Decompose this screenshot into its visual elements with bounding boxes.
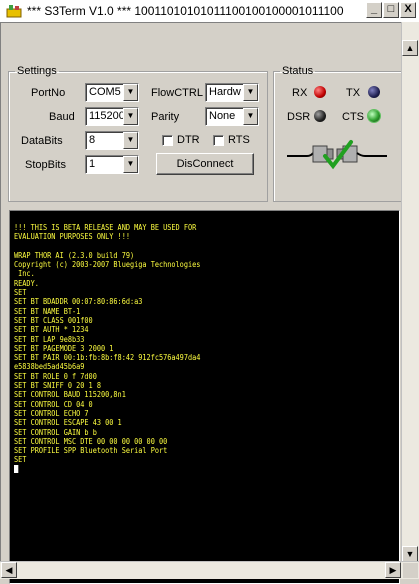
baud-value: 115200: [89, 110, 125, 122]
databits-select[interactable]: 8 ▼: [85, 131, 139, 150]
rts-label: RTS: [228, 134, 250, 146]
terminal-line: SET CONTROL GAIN b b: [14, 427, 97, 437]
maximize-button[interactable]: □: [383, 2, 399, 18]
dtr-label: DTR: [177, 134, 200, 146]
terminal-line: SET BT BDADDR 00:07:80:86:6d:a3: [14, 297, 143, 307]
stopbits-label: StopBits: [25, 159, 66, 171]
dtr-checkbox[interactable]: [162, 135, 173, 146]
baud-label: Baud: [49, 111, 75, 123]
terminal-line: SET BT ROLE 0 f 7d00: [14, 371, 97, 381]
terminal-cursor: [14, 464, 200, 474]
title-bar[interactable]: *** S3Term V1.0 *** 10011010101011100100…: [0, 0, 419, 23]
disconnect-button[interactable]: DisConnect: [156, 153, 254, 175]
chevron-down-icon[interactable]: ▼: [123, 108, 138, 125]
connection-plug-icon: [287, 140, 387, 170]
chevron-down-icon[interactable]: ▼: [243, 84, 258, 101]
databits-label: DataBits: [21, 135, 63, 147]
window-title: *** S3Term V1.0 *** 10011010101011100100…: [27, 4, 347, 18]
terminal-line: SET BT LAP 9e8b33: [14, 334, 85, 344]
tx-label: TX: [346, 87, 361, 99]
chevron-down-icon[interactable]: ▼: [123, 84, 138, 101]
terminal-line: SET PROFILE SPP Bluetooth Serial Port: [14, 446, 168, 456]
settings-legend: Settings: [17, 65, 57, 77]
chevron-down-icon[interactable]: ▼: [243, 108, 258, 125]
app-icon: [6, 5, 22, 18]
rts-checkbox[interactable]: [213, 135, 224, 146]
flowctrl-label: FlowCTRL: [151, 87, 203, 99]
terminal-line: SET BT NAME BT-1: [14, 306, 81, 316]
flowctrl-value: Hardw: [209, 86, 241, 98]
parity-select[interactable]: None ▼: [205, 107, 259, 126]
vertical-scrollbar[interactable]: ▲ ▼: [401, 22, 419, 562]
status-group: Status: [273, 65, 403, 202]
terminal-line: SET CONTROL ESCAPE 43 00 1: [14, 418, 122, 428]
portno-value: COM5: [89, 86, 121, 98]
terminal-line: e5838bed5ad45b6a9: [14, 362, 85, 372]
dsr-label: DSR: [287, 111, 311, 123]
rx-label: RX: [292, 87, 308, 99]
terminal-line: Inc.: [14, 269, 35, 279]
terminal-output[interactable]: !!! THIS IS BETA RELEASE AND MAY BE USED…: [9, 210, 400, 584]
cts-label: CTS: [342, 111, 364, 123]
terminal-line: SET: [14, 288, 27, 298]
portno-label: PortNo: [31, 87, 66, 99]
terminal-line: WRAP THOR AI (2.3.0 build 79): [14, 250, 135, 260]
terminal-line: !!! THIS IS BETA RELEASE AND MAY BE USED…: [14, 223, 197, 232]
parity-value: None: [209, 110, 236, 122]
terminal-line: SET BT AUTH * 1234: [14, 325, 89, 335]
terminal-line: READY.: [14, 278, 39, 288]
terminal-line: SET BT PAIR 00:1b:fb:8b:f8:42 912fc576a4…: [14, 353, 201, 363]
parity-label: Parity: [151, 111, 180, 123]
terminal-line: EVALUATION PURPOSES ONLY !!!: [14, 232, 130, 242]
portno-select[interactable]: COM5 ▼: [85, 83, 139, 102]
terminal-line: SET CONTROL ECHO 7: [14, 408, 89, 418]
terminal-line: Copyright (c) 2003-2007 Bluegiga Technol…: [14, 260, 201, 270]
chevron-down-icon[interactable]: ▼: [123, 156, 138, 173]
horizontal-scrollbar[interactable]: ◀ ▶: [0, 561, 419, 579]
minimize-button[interactable]: _: [366, 2, 382, 18]
terminal-line: SET BT CLASS 001f00: [14, 315, 93, 325]
scroll-right-icon[interactable]: ▶: [385, 562, 401, 578]
dsr-led-icon: [314, 110, 326, 122]
terminal-lines: !!! THIS IS BETA RELEASE AND MAY BE USED…: [14, 223, 200, 474]
stopbits-value: 1: [89, 158, 96, 170]
databits-value: 8: [89, 134, 96, 146]
tx-led-icon: [368, 86, 380, 98]
stopbits-select[interactable]: 1 ▼: [85, 155, 139, 174]
terminal-line: SET BT SNIFF 0 20 1 8: [14, 381, 101, 391]
scroll-left-icon[interactable]: ◀: [1, 562, 17, 578]
size-grip-icon[interactable]: [403, 563, 418, 578]
cts-led-icon: [368, 110, 380, 122]
status-legend: Status: [282, 65, 314, 77]
scroll-up-icon[interactable]: ▲: [402, 40, 418, 56]
terminal-line: SET: [14, 455, 27, 465]
chevron-down-icon[interactable]: ▼: [123, 132, 138, 149]
terminal-line: SET CONTROL BAUD 115200,8n1: [14, 390, 126, 400]
rx-led-icon: [314, 86, 326, 98]
baud-select[interactable]: 115200 ▼: [85, 107, 139, 126]
terminal-line: SET CONTROL MSC DTE 00 00 00 00 00 00: [14, 436, 168, 446]
terminal-line: SET BT PAGEMODE 3 2000 1: [14, 343, 114, 353]
client-area: Settings PortNo COM5 ▼ FlowCTRL Hardw ▼ …: [0, 22, 419, 584]
flowctrl-select[interactable]: Hardw ▼: [205, 83, 259, 102]
scroll-down-icon[interactable]: ▼: [402, 546, 418, 562]
terminal-line: SET CONTROL CD 04 0: [14, 399, 93, 409]
close-button[interactable]: X: [400, 2, 416, 18]
